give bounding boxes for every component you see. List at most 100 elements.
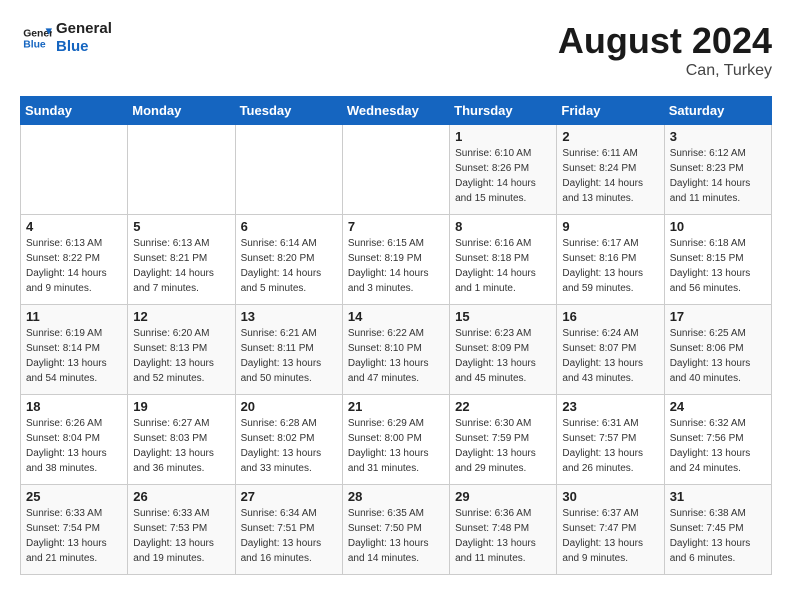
day-info: Sunrise: 6:29 AMSunset: 8:00 PMDaylight:…: [348, 416, 444, 476]
day-number: 24: [670, 399, 766, 414]
calendar-cell: 17 Sunrise: 6:25 AMSunset: 8:06 PMDayligh…: [664, 305, 771, 395]
day-info: Sunrise: 6:19 AMSunset: 8:14 PMDaylight:…: [26, 326, 122, 386]
day-number: 18: [26, 399, 122, 414]
location-subtitle: Can, Turkey: [558, 62, 772, 80]
calendar-cell: [21, 125, 128, 215]
calendar-week-3: 11 Sunrise: 6:19 AMSunset: 8:14 PMDayligh…: [21, 305, 772, 395]
day-info: Sunrise: 6:24 AMSunset: 8:07 PMDaylight:…: [562, 326, 658, 386]
calendar-cell: 2 Sunrise: 6:11 AMSunset: 8:24 PMDaylight…: [557, 125, 664, 215]
day-info: Sunrise: 6:33 AMSunset: 7:54 PMDaylight:…: [26, 506, 122, 566]
day-info: Sunrise: 6:35 AMSunset: 7:50 PMDaylight:…: [348, 506, 444, 566]
day-info: Sunrise: 6:30 AMSunset: 7:59 PMDaylight:…: [455, 416, 551, 476]
day-number: 14: [348, 309, 444, 324]
day-number: 29: [455, 489, 551, 504]
calendar-cell: 8 Sunrise: 6:16 AMSunset: 8:18 PMDaylight…: [450, 215, 557, 305]
day-info: Sunrise: 6:14 AMSunset: 8:20 PMDaylight:…: [241, 236, 337, 296]
day-number: 19: [133, 399, 229, 414]
calendar-cell: 27 Sunrise: 6:34 AMSunset: 7:51 PMDayligh…: [235, 485, 342, 575]
calendar-header: SundayMondayTuesdayWednesdayThursdayFrid…: [21, 97, 772, 125]
calendar-cell: [342, 125, 449, 215]
calendar-cell: 29 Sunrise: 6:36 AMSunset: 7:48 PMDayligh…: [450, 485, 557, 575]
day-info: Sunrise: 6:17 AMSunset: 8:16 PMDaylight:…: [562, 236, 658, 296]
svg-text:Blue: Blue: [23, 40, 46, 51]
day-number: 30: [562, 489, 658, 504]
day-number: 25: [26, 489, 122, 504]
day-info: Sunrise: 6:16 AMSunset: 8:18 PMDaylight:…: [455, 236, 551, 296]
calendar-cell: 15 Sunrise: 6:23 AMSunset: 8:09 PMDayligh…: [450, 305, 557, 395]
calendar-week-4: 18 Sunrise: 6:26 AMSunset: 8:04 PMDayligh…: [21, 395, 772, 485]
day-number: 22: [455, 399, 551, 414]
calendar-cell: 10 Sunrise: 6:18 AMSunset: 8:15 PMDayligh…: [664, 215, 771, 305]
calendar-week-2: 4Sunrise: 6:13 AMSunset: 8:22 PMDaylight…: [21, 215, 772, 305]
day-info: Sunrise: 6:34 AMSunset: 7:51 PMDaylight:…: [241, 506, 337, 566]
day-number: 8: [455, 219, 551, 234]
day-number: 17: [670, 309, 766, 324]
day-info: Sunrise: 6:25 AMSunset: 8:06 PMDaylight:…: [670, 326, 766, 386]
day-number: 10: [670, 219, 766, 234]
weekday-header-saturday: Saturday: [664, 97, 771, 125]
logo-blue: Blue: [56, 38, 112, 56]
day-info: Sunrise: 6:13 AMSunset: 8:21 PMDaylight:…: [133, 236, 229, 296]
calendar-cell: 12Sunrise: 6:20 AMSunset: 8:13 PMDayligh…: [128, 305, 235, 395]
day-number: 23: [562, 399, 658, 414]
logo-icon: General Blue: [20, 22, 52, 54]
day-number: 28: [348, 489, 444, 504]
weekday-header-monday: Monday: [128, 97, 235, 125]
day-number: 3: [670, 129, 766, 144]
calendar-cell: 22 Sunrise: 6:30 AMSunset: 7:59 PMDayligh…: [450, 395, 557, 485]
calendar-week-1: 1Sunrise: 6:10 AMSunset: 8:26 PMDaylight…: [21, 125, 772, 215]
calendar-cell: 26 Sunrise: 6:33 AMSunset: 7:53 PMDayligh…: [128, 485, 235, 575]
day-number: 31: [670, 489, 766, 504]
calendar-cell: 5Sunrise: 6:13 AMSunset: 8:21 PMDaylight…: [128, 215, 235, 305]
day-info: Sunrise: 6:10 AMSunset: 8:26 PMDaylight:…: [455, 146, 551, 206]
calendar-cell: [235, 125, 342, 215]
weekday-header-wednesday: Wednesday: [342, 97, 449, 125]
day-info: Sunrise: 6:37 AMSunset: 7:47 PMDaylight:…: [562, 506, 658, 566]
day-number: 12: [133, 309, 229, 324]
day-number: 20: [241, 399, 337, 414]
day-number: 15: [455, 309, 551, 324]
calendar-cell: 16Sunrise: 6:24 AMSunset: 8:07 PMDayligh…: [557, 305, 664, 395]
weekday-header-thursday: Thursday: [450, 97, 557, 125]
day-number: 2: [562, 129, 658, 144]
calendar-body: 1Sunrise: 6:10 AMSunset: 8:26 PMDaylight…: [21, 125, 772, 575]
calendar-cell: 21 Sunrise: 6:29 AMSunset: 8:00 PMDayligh…: [342, 395, 449, 485]
day-number: 27: [241, 489, 337, 504]
day-info: Sunrise: 6:11 AMSunset: 8:24 PMDaylight:…: [562, 146, 658, 206]
calendar-cell: 3Sunrise: 6:12 AMSunset: 8:23 PMDaylight…: [664, 125, 771, 215]
title-block: August 2024 Can, Turkey: [558, 20, 772, 80]
logo: General Blue General Blue: [20, 20, 112, 56]
calendar-week-5: 25 Sunrise: 6:33 AMSunset: 7:54 PMDayligh…: [21, 485, 772, 575]
day-number: 13: [241, 309, 337, 324]
calendar-cell: 1Sunrise: 6:10 AMSunset: 8:26 PMDaylight…: [450, 125, 557, 215]
day-info: Sunrise: 6:26 AMSunset: 8:04 PMDaylight:…: [26, 416, 122, 476]
calendar-cell: 6 Sunrise: 6:14 AMSunset: 8:20 PMDaylight…: [235, 215, 342, 305]
day-number: 6: [241, 219, 337, 234]
day-info: Sunrise: 6:27 AMSunset: 8:03 PMDaylight:…: [133, 416, 229, 476]
calendar-cell: 24 Sunrise: 6:32 AMSunset: 7:56 PMDayligh…: [664, 395, 771, 485]
day-number: 9: [562, 219, 658, 234]
weekday-header-friday: Friday: [557, 97, 664, 125]
calendar-cell: [128, 125, 235, 215]
day-info: Sunrise: 6:23 AMSunset: 8:09 PMDaylight:…: [455, 326, 551, 386]
day-info: Sunrise: 6:18 AMSunset: 8:15 PMDaylight:…: [670, 236, 766, 296]
calendar-cell: 9 Sunrise: 6:17 AMSunset: 8:16 PMDaylight…: [557, 215, 664, 305]
calendar-cell: 28 Sunrise: 6:35 AMSunset: 7:50 PMDayligh…: [342, 485, 449, 575]
calendar-cell: 30 Sunrise: 6:37 AMSunset: 7:47 PMDayligh…: [557, 485, 664, 575]
calendar-cell: 14 Sunrise: 6:22 AMSunset: 8:10 PMDayligh…: [342, 305, 449, 395]
day-info: Sunrise: 6:36 AMSunset: 7:48 PMDaylight:…: [455, 506, 551, 566]
calendar-cell: 4Sunrise: 6:13 AMSunset: 8:22 PMDaylight…: [21, 215, 128, 305]
weekday-header-tuesday: Tuesday: [235, 97, 342, 125]
weekday-header-sunday: Sunday: [21, 97, 128, 125]
page-header: General Blue General Blue August 2024 Ca…: [20, 20, 772, 80]
calendar-cell: 11 Sunrise: 6:19 AMSunset: 8:14 PMDayligh…: [21, 305, 128, 395]
day-number: 26: [133, 489, 229, 504]
day-info: Sunrise: 6:33 AMSunset: 7:53 PMDaylight:…: [133, 506, 229, 566]
day-info: Sunrise: 6:32 AMSunset: 7:56 PMDaylight:…: [670, 416, 766, 476]
day-number: 21: [348, 399, 444, 414]
day-info: Sunrise: 6:22 AMSunset: 8:10 PMDaylight:…: [348, 326, 444, 386]
day-number: 11: [26, 309, 122, 324]
day-info: Sunrise: 6:15 AMSunset: 8:19 PMDaylight:…: [348, 236, 444, 296]
calendar-cell: 25 Sunrise: 6:33 AMSunset: 7:54 PMDayligh…: [21, 485, 128, 575]
calendar-cell: 19 Sunrise: 6:27 AMSunset: 8:03 PMDayligh…: [128, 395, 235, 485]
